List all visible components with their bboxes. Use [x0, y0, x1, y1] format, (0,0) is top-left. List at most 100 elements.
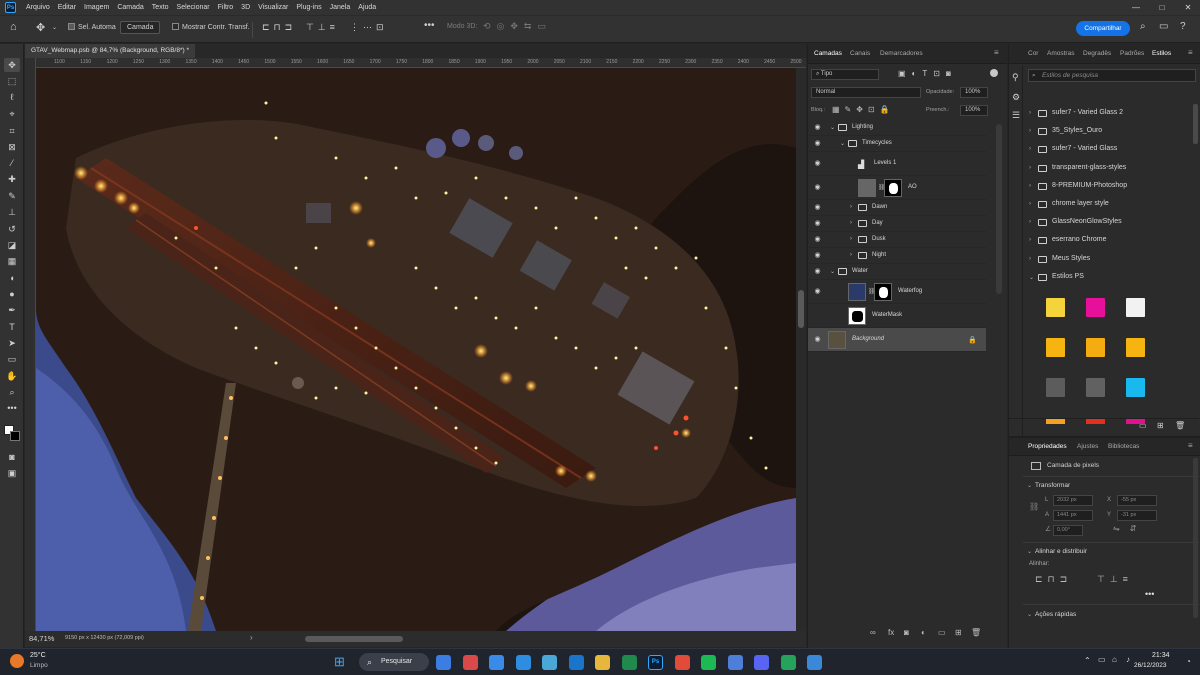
taskbar-search[interactable]: ⌕ Pesquisar	[359, 653, 429, 671]
group-expand-chevron-icon[interactable]: ›	[850, 236, 852, 242]
width-field[interactable]: 2032 px	[1053, 495, 1093, 506]
more-align-icon[interactable]: •••	[1145, 589, 1154, 599]
weather-temp[interactable]: 25°C	[30, 652, 46, 659]
new-style-group-icon[interactable]: ▭	[1139, 421, 1147, 430]
group-expand-chevron-icon[interactable]: ›	[850, 204, 852, 210]
tool-preset-chevron-icon[interactable]: ⌄	[52, 24, 57, 31]
brush-tool-icon[interactable]: ✎	[4, 189, 20, 203]
auto-select-checkbox[interactable]: Sel. Automa	[68, 23, 116, 31]
link-layers-icon[interactable]: ∞	[870, 628, 876, 637]
visibility-eye-icon[interactable]: ◉	[813, 160, 822, 167]
visibility-eye-icon[interactable]: ◉	[813, 236, 822, 243]
visibility-eye-icon[interactable]: ◉	[813, 184, 822, 191]
layer-filter-icons[interactable]: ▣◐T⊡◙	[898, 69, 957, 78]
background-color-swatch[interactable]	[10, 431, 20, 441]
menu-item-3d[interactable]: 3D	[237, 4, 254, 11]
eyedropper-tool-icon[interactable]: ⁄	[4, 156, 20, 170]
chevron-right-icon[interactable]: ›	[1029, 219, 1031, 225]
transform-chevron-icon[interactable]: ⌄	[1027, 482, 1032, 489]
styles-scrollbar[interactable]	[1193, 104, 1198, 144]
taskbar-app-icon[interactable]	[462, 655, 478, 670]
clock-time[interactable]: 21:34	[1152, 652, 1170, 659]
style-swatch[interactable]	[1126, 298, 1145, 317]
dodge-tool-icon[interactable]: ●	[4, 287, 20, 301]
taskbar-app-icon[interactable]	[674, 655, 690, 670]
menu-item-selecionar[interactable]: Selecionar	[173, 4, 214, 11]
history-panel-icon[interactable]: ⚲	[1012, 72, 1019, 83]
style-folder-item[interactable]: › 35_Styles_Ouro	[1029, 124, 1194, 142]
style-folder-item[interactable]: ⌄ Estilos PS	[1029, 270, 1194, 288]
taskbar-app-icon[interactable]	[436, 655, 451, 670]
align-vertical-buttons-icon[interactable]: ⊤⊥≡	[306, 22, 339, 33]
menu-item-editar[interactable]: Editar	[54, 4, 80, 11]
layers-scrollbar[interactable]	[996, 124, 1002, 294]
menu-item-texto[interactable]: Texto	[148, 4, 173, 11]
tab-padroes[interactable]: Padrões	[1120, 50, 1144, 57]
adjustment-layer-icon[interactable]: ◐	[921, 628, 926, 637]
group-expand-chevron-icon[interactable]: ›	[850, 220, 852, 226]
layer-row[interactable]: ◉ ⛓ AO	[808, 176, 986, 200]
layer-mask-thumbnail[interactable]	[874, 283, 892, 301]
layer-row[interactable]: ◉ › Dawn	[808, 200, 986, 216]
properties-scrollbar[interactable]	[1193, 458, 1198, 618]
tab-degrades[interactable]: Degradês	[1083, 50, 1111, 57]
layer-row[interactable]: ◉ ⛓ Waterfog	[808, 280, 986, 304]
zoom-tool-icon[interactable]: ⌕	[4, 385, 20, 399]
tab-bibliotecas[interactable]: Bibliotecas	[1108, 443, 1139, 450]
tab-canais[interactable]: Canais	[850, 50, 870, 57]
blend-mode-dropdown[interactable]: Normal	[811, 87, 921, 98]
type-tool-icon[interactable]: T	[4, 320, 20, 334]
visibility-eye-icon[interactable]: ◉	[813, 140, 822, 147]
quick-mask-icon[interactable]: ◙	[4, 450, 20, 464]
document-tab[interactable]: GTAV_Webmap.psb @ 84,7% (Background, RGB…	[25, 44, 195, 58]
quick-select-tool-icon[interactable]: ⌖	[4, 107, 20, 121]
hand-tool-icon[interactable]: ✋	[4, 369, 20, 383]
screen-mode-icon[interactable]: ▣	[4, 466, 20, 480]
fill-field[interactable]: 100%	[960, 105, 988, 116]
network-icon[interactable]: ⌂	[1112, 655, 1117, 664]
healing-brush-tool-icon[interactable]: ✚	[4, 172, 20, 186]
group-expand-chevron-icon[interactable]: ⌄	[830, 124, 835, 131]
show-transform-checkbox[interactable]: Mostrar Contr. Transf.	[172, 23, 250, 31]
new-group-icon[interactable]: ▭	[938, 628, 946, 637]
menu-item-filtro[interactable]: Filtro	[214, 4, 238, 11]
group-expand-chevron-icon[interactable]: ⌄	[830, 268, 835, 275]
chevron-right-icon[interactable]: ›	[1029, 256, 1031, 262]
style-swatch[interactable]	[1126, 378, 1145, 397]
lasso-tool-icon[interactable]: ℓ	[4, 90, 20, 104]
tray-chevron-icon[interactable]: ⌃	[1084, 656, 1091, 665]
align-horizontal-buttons-icon[interactable]: ⊏⊓⊐	[1035, 574, 1072, 585]
style-swatch[interactable]	[1086, 298, 1105, 317]
share-button[interactable]: Compartilhar	[1076, 21, 1130, 36]
panel-menu-icon[interactable]: ≡	[994, 48, 999, 57]
move-tool-icon[interactable]: ✥	[4, 58, 20, 72]
layer-row[interactable]: ◉ › Dusk	[808, 232, 986, 248]
style-swatch[interactable]	[1086, 338, 1105, 357]
taskbar-app-icon[interactable]	[807, 655, 822, 670]
layer-mask-thumbnail[interactable]	[884, 179, 902, 197]
visibility-eye-icon[interactable]: ◉	[813, 124, 822, 131]
visibility-eye-icon[interactable]: ◉	[813, 288, 822, 295]
tab-amostras[interactable]: Amostras	[1047, 50, 1074, 57]
panel-menu-icon[interactable]: ≡	[1188, 441, 1193, 450]
menu-item-arquivo[interactable]: Arquivo	[22, 4, 54, 11]
chevron-right-icon[interactable]: ›	[1029, 201, 1031, 207]
chevron-right-icon[interactable]: ›	[1029, 146, 1031, 152]
layer-row[interactable]: WaterMask	[808, 304, 986, 328]
search-icon[interactable]: ⌕	[1140, 21, 1146, 32]
style-folder-item[interactable]: › sufer7 - Varied Glass 2	[1029, 106, 1194, 124]
delete-layer-icon[interactable]: 🗑	[971, 628, 981, 637]
layer-row[interactable]: ◉ › Day	[808, 216, 986, 232]
crop-tool-icon[interactable]: ⌗	[4, 124, 20, 138]
style-swatch[interactable]	[1046, 338, 1065, 357]
taskbar-app-icon[interactable]	[754, 655, 769, 670]
menu-item-janela[interactable]: Janela	[326, 4, 355, 11]
chevron-right-icon[interactable]: ›	[1029, 165, 1031, 171]
height-field[interactable]: 1441 px	[1053, 510, 1093, 521]
delete-style-icon[interactable]: 🗑	[1175, 421, 1185, 430]
group-expand-chevron-icon[interactable]: ⌄	[840, 140, 845, 147]
opacity-field[interactable]: 100%	[960, 87, 988, 98]
history-brush-tool-icon[interactable]: ↺	[4, 222, 20, 236]
taskbar-app-icon[interactable]	[595, 655, 610, 670]
style-folder-item[interactable]: › eserrano Chrome	[1029, 233, 1194, 251]
